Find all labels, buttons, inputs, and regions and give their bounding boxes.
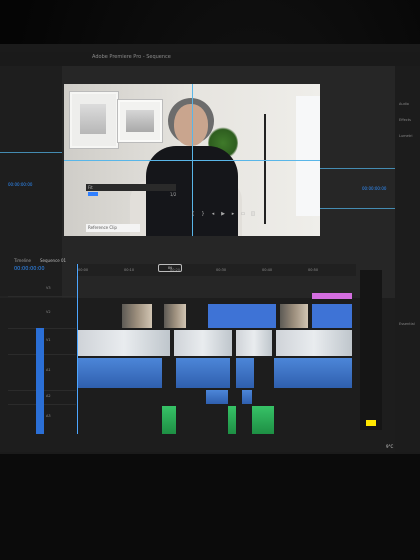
track-target-a1[interactable]	[36, 354, 44, 434]
music-clip[interactable]	[228, 406, 236, 434]
source-timecode[interactable]: 00:00:00:00	[8, 182, 32, 187]
wall-picture	[118, 100, 162, 142]
video-clip[interactable]	[164, 304, 186, 328]
label-clip[interactable]	[312, 293, 352, 299]
sequence-tab[interactable]: Sequence 01	[40, 258, 66, 263]
app-titlebar: Adobe Premiere Pro - Sequence	[0, 52, 420, 66]
guide-line	[320, 168, 395, 169]
audio-clip-secondary[interactable]	[242, 390, 252, 404]
guide-line	[320, 208, 395, 209]
track-label: V2	[46, 310, 51, 314]
fit-dropdown[interactable]: Fit	[86, 184, 176, 191]
track-divider	[8, 296, 76, 297]
audio-clip[interactable]	[78, 358, 162, 388]
video-clip[interactable]	[280, 304, 308, 328]
right-panel-item[interactable]: Audio	[399, 102, 409, 106]
window	[296, 96, 320, 216]
video-clip-main[interactable]	[236, 330, 272, 356]
resolution-select[interactable]: 1/2	[170, 192, 176, 197]
clip-caption: Reference Clip	[86, 224, 140, 232]
export-frame-icon[interactable]: ◫	[250, 211, 256, 217]
right-panel-item[interactable]: Essential	[399, 322, 415, 326]
audio-clip[interactable]	[176, 358, 230, 388]
in-point-badge[interactable]: IN	[158, 264, 182, 272]
step-back-icon[interactable]: ◂	[210, 211, 216, 217]
audio-clip[interactable]	[274, 358, 352, 388]
track-label: A2	[46, 394, 51, 398]
mark-out-icon[interactable]: }	[200, 211, 206, 217]
taskbar-weather: 9°C	[386, 444, 394, 449]
ruler-tick: 00:50	[308, 268, 319, 272]
video-clip-main[interactable]	[276, 330, 352, 356]
ruler-tick: 00:10	[124, 268, 135, 272]
timeline-label: Timeline	[14, 258, 32, 263]
person-face	[174, 104, 208, 146]
track-label: V3	[46, 286, 51, 290]
audio-clip[interactable]	[236, 358, 254, 388]
video-clip[interactable]	[312, 304, 352, 328]
timeline-clips	[76, 278, 356, 438]
track-label: A1	[46, 368, 51, 372]
guide-line	[0, 152, 62, 153]
video-clip[interactable]	[122, 304, 152, 328]
music-clip[interactable]	[252, 406, 274, 434]
track-headers: V3 V2 V1 A1 A2 A3	[8, 280, 76, 440]
window-title: Adobe Premiere Pro - Sequence	[92, 54, 171, 60]
ruler-tick: 00:30	[216, 268, 227, 272]
playback-progress[interactable]	[88, 192, 98, 196]
transport-controls: {} ◂ ▶ ▸ ▭ ◫	[190, 200, 320, 217]
wall-picture	[70, 92, 118, 148]
video-clip-main[interactable]	[78, 330, 170, 356]
program-timecode[interactable]: 00:00:00:00	[362, 186, 386, 191]
crosshair-horizontal	[64, 160, 320, 161]
track-label: A3	[46, 414, 51, 418]
mark-in-icon[interactable]: {	[190, 211, 196, 217]
step-forward-icon[interactable]: ▸	[230, 211, 236, 217]
video-clip-main[interactable]	[174, 330, 232, 356]
right-panel	[395, 66, 420, 452]
desk-area	[0, 454, 420, 560]
track-target-v1[interactable]	[36, 328, 44, 354]
timeline-timecode[interactable]: 00:00:00:00	[14, 266, 45, 272]
time-ruler[interactable]: 00:00 00:10 00:20 00:30 00:40 00:50	[76, 264, 356, 276]
right-panel-item[interactable]: Effects	[399, 118, 411, 122]
lift-icon[interactable]: ▭	[240, 211, 246, 217]
track-label: V1	[46, 338, 51, 342]
video-clip[interactable]	[208, 304, 276, 328]
music-clip[interactable]	[162, 406, 176, 434]
ruler-tick: 00:40	[262, 268, 273, 272]
audio-clip-secondary[interactable]	[206, 390, 228, 404]
play-icon[interactable]: ▶	[220, 211, 226, 217]
audio-meters	[360, 270, 382, 430]
playhead[interactable]	[77, 264, 78, 434]
ruler-tick: 00:00	[78, 268, 89, 272]
right-panel-item[interactable]: Lumetri	[399, 134, 412, 138]
